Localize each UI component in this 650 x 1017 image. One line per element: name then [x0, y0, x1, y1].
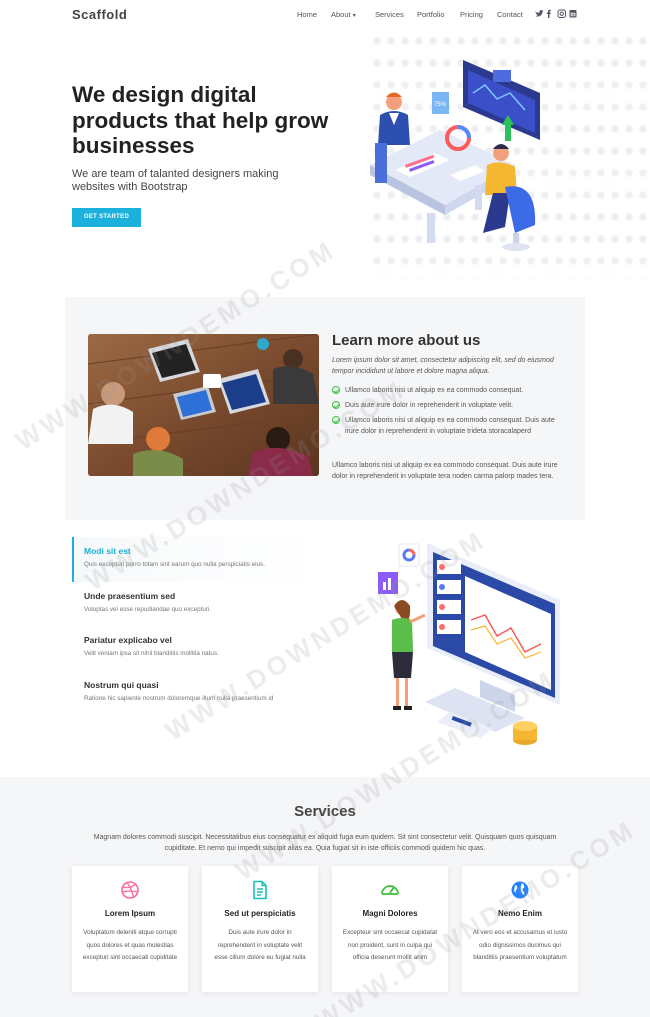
site-header: Scaffold Home About ▾ Services Portfolio… — [0, 0, 650, 30]
service-card-title: Lorem Ipsum — [104, 909, 156, 918]
site-logo[interactable]: Scaffold — [72, 7, 127, 22]
check-text: Ullamco laboris nisi ut aliquip ex ea co… — [345, 417, 555, 435]
list-item: Ullamco laboris nisi ut aliquip ex ea co… — [332, 385, 567, 396]
feature-tabs: Modi sit est Quis excepturi porro totam … — [72, 537, 322, 715]
hero-title: We design digital products that help gro… — [72, 82, 329, 158]
service-card-title: Magni Dolores — [362, 909, 418, 918]
service-card-desc: At vero eos et accusamus et iusto odio d… — [472, 929, 568, 961]
service-card-lorem-ipsum[interactable]: Lorem Ipsum Voluptatum deleniti atque co… — [72, 866, 188, 992]
hero-subtitle: We are team of talanted designers making… — [72, 168, 279, 193]
tab-nostrum-qui-quasi[interactable]: Nostrum qui quasi Ratione hic sapiente n… — [72, 671, 322, 716]
tab-pariatur-explicabo-vel[interactable]: Pariatur explicabo vel Velit veniam ipsa… — [72, 626, 322, 671]
tab-desc: Quis excepturi porro totam sint earum qu… — [84, 561, 265, 568]
about-paragraph: Ullamco laboris nisi ut aliquip ex ea co… — [332, 462, 558, 480]
twitter-icon[interactable] — [535, 9, 544, 17]
service-card-desc: Excepteur sint occaecat cupidatat non pr… — [342, 929, 438, 961]
tab-desc: Ratione hic sapiente nostrum doloremque … — [84, 694, 274, 702]
nav-home[interactable]: Home — [297, 10, 317, 19]
hero-illustration: 75% — [370, 60, 540, 251]
service-card-desc: Duis aute irure dolor in reprehenderit i… — [214, 929, 306, 961]
facebook-icon[interactable] — [546, 9, 551, 18]
service-card-nemo-enim[interactable]: Nemo Enim At vero eos et accusamus et iu… — [462, 866, 578, 992]
gauge-icon — [332, 880, 448, 900]
tab-modi-sit-est[interactable]: Modi sit est Quis excepturi porro totam … — [72, 537, 322, 582]
tab-unde-praesentium-sed[interactable]: Unde praesentium sed Voluptas vel esse r… — [72, 582, 322, 627]
service-card-title: Nemo Enim — [497, 909, 542, 918]
tab-desc: Voluptas vel esse repudiandae quo except… — [84, 605, 212, 613]
about-title: Learn more about us — [332, 332, 481, 349]
nav-contact[interactable]: Contact — [497, 10, 523, 19]
tab-title: Pariatur explicabo vel — [84, 635, 172, 645]
tab-title: Modi sit est — [84, 546, 131, 556]
check-circle-icon — [332, 416, 340, 424]
get-started-button[interactable]: GET STARTED — [72, 208, 141, 227]
nav-pricing[interactable]: Pricing — [460, 10, 483, 19]
list-item: Duis aute irure dolor in reprehenderit i… — [332, 400, 567, 411]
check-text: Ullamco laboris nisi ut aliquip ex ea co… — [345, 387, 524, 394]
hero-badge-percent: 75% — [434, 102, 447, 108]
services-title: Services — [294, 803, 356, 820]
check-circle-icon — [332, 401, 340, 409]
social-links — [535, 9, 577, 18]
tab-desc: Velit veniam ipsa sit nihil blanditiis m… — [84, 650, 219, 657]
service-card-sed-ut-perspiciatis[interactable]: Sed ut perspiciatis Duis aute irure dolo… — [202, 866, 318, 992]
service-card-magni-dolores[interactable]: Magni Dolores Excepteur sint occaecat cu… — [332, 866, 448, 992]
globe-icon — [462, 880, 578, 900]
linkedin-icon[interactable] — [569, 10, 577, 18]
nav-about-label: About — [331, 10, 351, 19]
service-card-desc: Voluptatum deleniti atque corrupti quos … — [82, 929, 178, 961]
check-text: Duis aute irure dolor in reprehenderit i… — [345, 402, 514, 409]
chevron-down-icon: ▾ — [352, 13, 356, 19]
services-description: Magnam dolores commodi suscipit. Necessi… — [93, 834, 557, 852]
about-intro: Lorem ipsum dolor sit amet, consectetur … — [332, 357, 554, 375]
document-icon — [202, 880, 318, 900]
about-check-list: Ullamco laboris nisi ut aliquip ex ea co… — [332, 385, 567, 441]
tab-title: Nostrum qui quasi — [84, 679, 159, 690]
service-card-title: Sed ut perspiciatis — [224, 909, 296, 918]
instagram-icon[interactable] — [557, 9, 566, 18]
analytics-illustration — [378, 543, 560, 745]
nav-about[interactable]: About ▾ — [331, 10, 356, 19]
dribbble-icon — [72, 880, 188, 900]
tab-title: Unde praesentium sed — [84, 590, 176, 601]
list-item: Ullamco laboris nisi ut aliquip ex ea co… — [332, 415, 567, 437]
nav-portfolio[interactable]: Portfolio — [417, 10, 445, 19]
nav-services[interactable]: Services — [375, 10, 404, 19]
check-circle-icon — [332, 386, 340, 394]
about-team-photo — [88, 334, 319, 476]
